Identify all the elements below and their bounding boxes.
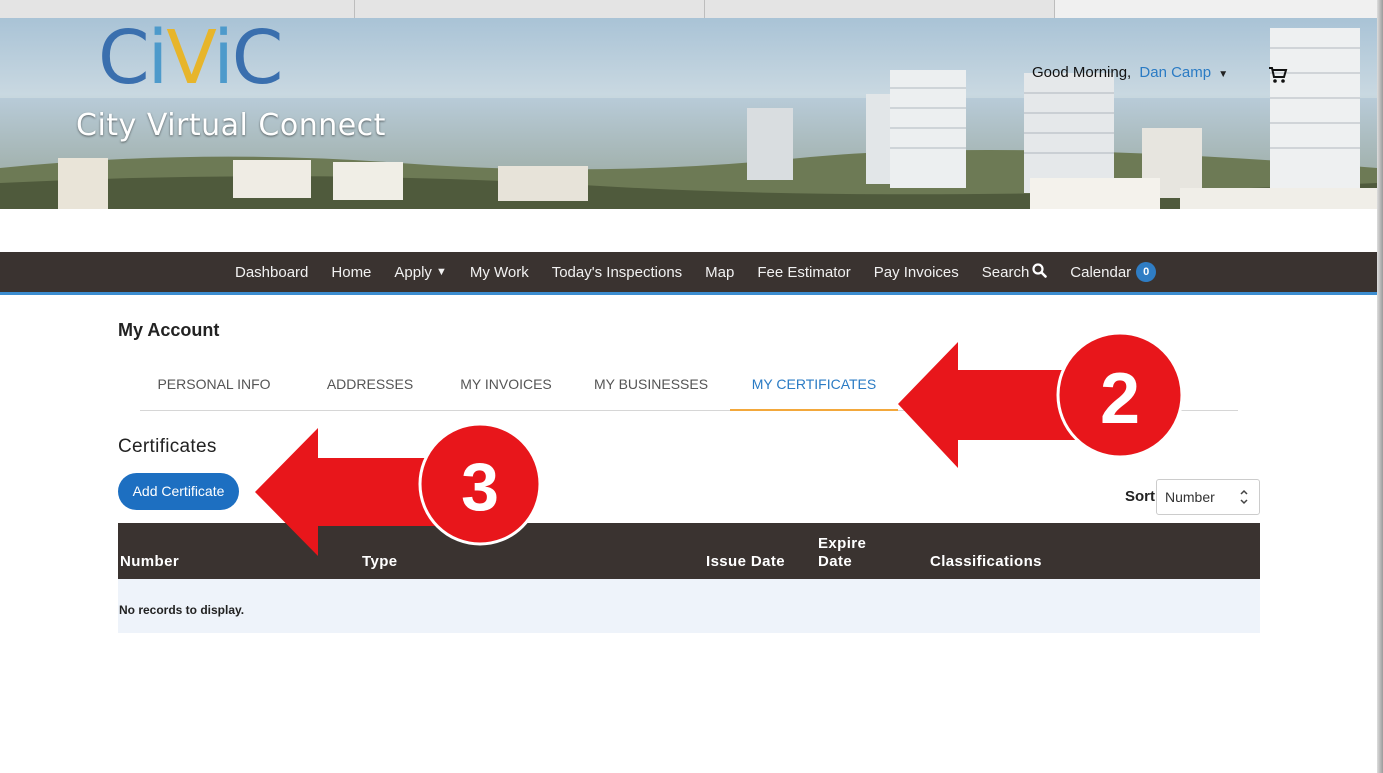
nav-todays-inspections[interactable]: Today's Inspections xyxy=(552,264,682,281)
nav-fee-estimator[interactable]: Fee Estimator xyxy=(757,264,850,281)
greeting-text: Good Morning, xyxy=(1032,64,1132,81)
nav-search[interactable]: Search xyxy=(981,262,1048,282)
account-tabs: PERSONAL INFO ADDRESSES MY INVOICES MY B… xyxy=(140,374,1238,411)
nav-pay-invoices[interactable]: Pay Invoices xyxy=(874,264,959,281)
nav-home[interactable]: Home xyxy=(331,264,371,281)
tab-my-businesses[interactable]: MY BUSINESSES xyxy=(592,374,710,411)
empty-table-message: No records to display. xyxy=(118,579,1260,633)
page-title: My Account xyxy=(118,320,220,340)
column-issue-date[interactable]: Issue Date xyxy=(706,553,785,571)
certificates-table-header: Number Type Issue Date Expire Date Class… xyxy=(118,523,1260,579)
chrome-segment xyxy=(0,0,355,18)
user-menu[interactable]: Dan Camp xyxy=(1139,64,1211,81)
tab-personal-info[interactable]: PERSONAL INFO xyxy=(150,374,278,411)
caret-down-icon: ▼ xyxy=(435,266,447,278)
annotation-number-3: 3 xyxy=(461,449,499,525)
chrome-segment xyxy=(1055,0,1383,18)
section-title: Certificates xyxy=(118,436,217,457)
chevron-down-icon[interactable]: ▼ xyxy=(1218,69,1228,80)
add-certificate-button[interactable]: Add Certificate xyxy=(118,473,239,510)
column-number[interactable]: Number xyxy=(120,553,179,571)
tab-my-invoices[interactable]: MY INVOICES xyxy=(452,374,560,411)
nav-apply-label: Apply xyxy=(394,263,432,281)
civic-logo: CiViC xyxy=(98,18,283,101)
browser-chrome-strip xyxy=(0,0,1383,18)
chrome-segment xyxy=(355,0,705,18)
greeting: Good Morning, Dan Camp ▼ xyxy=(1032,64,1228,81)
search-icon xyxy=(1032,262,1048,282)
tab-addresses[interactable]: ADDRESSES xyxy=(320,374,420,411)
nav-my-work[interactable]: My Work xyxy=(470,264,529,281)
column-type[interactable]: Type xyxy=(362,553,398,571)
nav-dashboard[interactable]: Dashboard xyxy=(235,264,308,281)
sort-select[interactable]: Number xyxy=(1156,479,1260,515)
main-nav: Dashboard Home Apply ▼ My Work Today's In… xyxy=(0,252,1377,295)
sort-label: Sort xyxy=(1125,488,1155,505)
header-banner: CiViC City Virtual Connect Good Morning,… xyxy=(0,18,1377,209)
cart-glyph xyxy=(1269,67,1288,83)
window-edge-shadow xyxy=(1377,0,1383,773)
chrome-segment xyxy=(705,0,1055,18)
column-expire-date-line1[interactable]: Expire xyxy=(818,535,866,553)
tab-my-certificates[interactable]: MY CERTIFICATES xyxy=(730,374,898,411)
nav-apply[interactable]: Apply ▼ xyxy=(394,264,446,281)
calendar-count-badge: 0 xyxy=(1136,262,1157,282)
nav-calendar[interactable]: Calendar 0 xyxy=(1070,262,1157,282)
nav-calendar-label: Calendar xyxy=(1070,263,1132,281)
column-expire-date-line2[interactable]: Date xyxy=(818,553,852,571)
logo-tagline: City Virtual Connect xyxy=(76,108,386,143)
updown-chevron-icon xyxy=(1239,480,1249,527)
column-classifications[interactable]: Classifications xyxy=(930,553,1042,571)
nav-search-label: Search xyxy=(981,263,1030,281)
nav-map[interactable]: Map xyxy=(705,264,734,281)
sort-select-value: Number xyxy=(1165,489,1215,505)
